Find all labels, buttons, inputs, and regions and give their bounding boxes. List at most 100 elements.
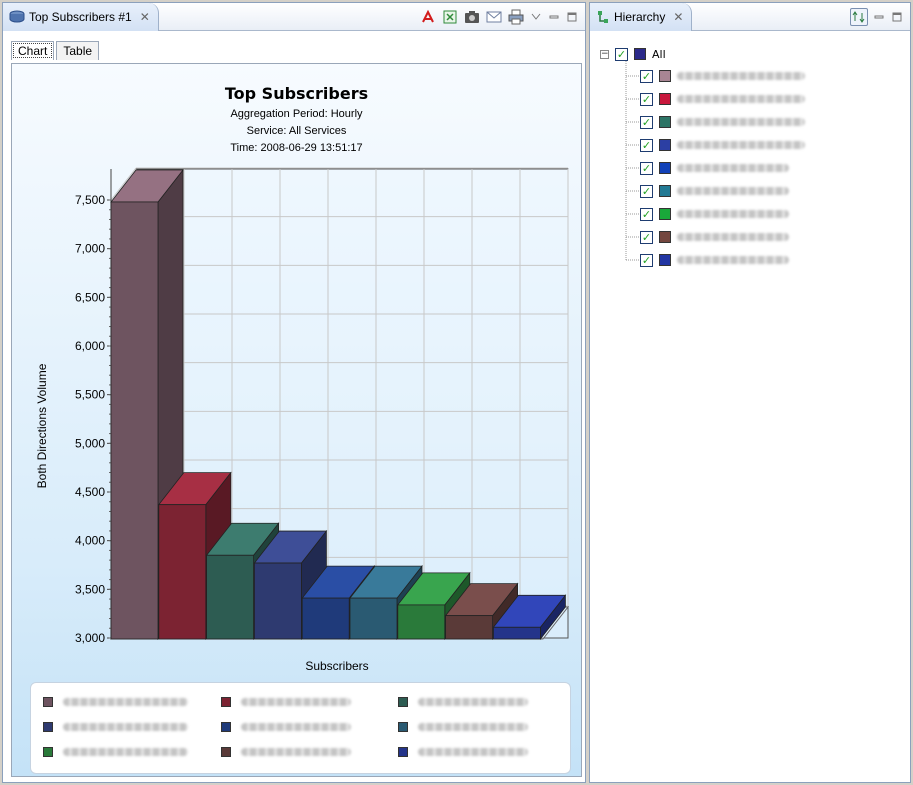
- y-tick-label: 5,500: [75, 388, 105, 402]
- checkbox-checked-icon[interactable]: ✓: [640, 161, 653, 175]
- view-toolbar: [419, 8, 579, 26]
- color-swatch: [659, 185, 671, 197]
- tab-title: Hierarchy: [614, 10, 666, 24]
- legend-label-redacted: [418, 748, 528, 756]
- legend-swatch: [221, 747, 231, 757]
- checkbox-checked-icon[interactable]: ✓: [615, 47, 628, 61]
- legend-item: [43, 722, 188, 732]
- legend-item: [221, 697, 351, 707]
- checkbox-checked-icon[interactable]: ✓: [640, 115, 653, 129]
- checkbox-checked-icon[interactable]: ✓: [640, 92, 653, 106]
- close-icon[interactable]: ✕: [673, 10, 683, 24]
- tree-item-label-redacted: [677, 187, 789, 195]
- legend-item: [221, 747, 351, 757]
- color-swatch: [634, 48, 646, 60]
- top-subscribers-view: Top Subscribers #1 ✕ Chart Table Top Sub…: [2, 2, 586, 783]
- legend-swatch: [43, 722, 53, 732]
- bar: [492, 626, 541, 640]
- legend-label-redacted: [241, 698, 351, 706]
- bar-chart: 3,000 3,500 4,000 4,500 5,000 5,500 6,000 6,500…: [35, 167, 570, 673]
- legend-swatch: [43, 697, 53, 707]
- color-swatch: [659, 231, 671, 243]
- close-icon[interactable]: ✕: [140, 10, 150, 24]
- tree-item[interactable]: ✓: [640, 228, 789, 246]
- sort-icon[interactable]: [850, 8, 868, 26]
- color-swatch: [659, 70, 671, 82]
- legend-item: [43, 747, 188, 757]
- y-tick-label: 3,000: [75, 631, 105, 645]
- color-swatch: [659, 139, 671, 151]
- maximize-icon[interactable]: [565, 10, 579, 24]
- maximize-icon[interactable]: [890, 10, 904, 24]
- checkbox-checked-icon[interactable]: ✓: [640, 253, 653, 267]
- hierarchy-view: Hierarchy ✕ − ✓ All ✓ ✓ ✓ ✓ ✓ ✓ ✓ ✓ ✓: [589, 2, 911, 783]
- view-tabbar: Top Subscribers #1 ✕: [3, 3, 585, 31]
- checkbox-checked-icon[interactable]: ✓: [640, 69, 653, 83]
- legend-swatch: [398, 697, 408, 707]
- checkbox-checked-icon[interactable]: ✓: [640, 230, 653, 244]
- checkbox-checked-icon[interactable]: ✓: [640, 184, 653, 198]
- legend-label-redacted: [418, 698, 528, 706]
- tree-item[interactable]: ✓: [640, 205, 789, 223]
- minimize-icon[interactable]: [872, 10, 886, 24]
- y-tick-label: 6,000: [75, 339, 105, 353]
- x-axis-label: Subscribers: [305, 659, 368, 673]
- color-swatch: [659, 254, 671, 266]
- legend-label-redacted: [63, 723, 188, 731]
- pdf-export-icon[interactable]: [419, 8, 437, 26]
- legend-swatch: [398, 722, 408, 732]
- view-tabbar: Hierarchy ✕: [590, 3, 910, 31]
- bar: [110, 201, 159, 640]
- email-icon[interactable]: [485, 8, 503, 26]
- tree-item[interactable]: ✓: [640, 251, 789, 269]
- legend-swatch: [221, 697, 231, 707]
- bar: [206, 554, 255, 640]
- legend-swatch: [43, 747, 53, 757]
- tree-item[interactable]: ✓: [640, 90, 805, 108]
- legend-label-redacted: [241, 723, 351, 731]
- tree-item[interactable]: ✓: [640, 136, 805, 154]
- chart-table-tabs: Chart Table: [11, 41, 100, 60]
- checkbox-checked-icon[interactable]: ✓: [640, 138, 653, 152]
- tree-item[interactable]: ✓: [640, 67, 805, 85]
- tab-hierarchy[interactable]: Hierarchy ✕: [590, 3, 693, 31]
- legend-item: [398, 722, 528, 732]
- tree-item-label-redacted: [677, 233, 789, 241]
- color-swatch: [659, 208, 671, 220]
- legend-label-redacted: [63, 698, 188, 706]
- collapse-icon[interactable]: −: [600, 49, 609, 59]
- legend-label-redacted: [418, 723, 528, 731]
- tree-item[interactable]: ✓: [640, 159, 789, 177]
- tab-table[interactable]: Table: [56, 41, 100, 60]
- legend-item: [398, 697, 528, 707]
- legend-item: [398, 747, 528, 757]
- view-toolbar: [850, 8, 904, 26]
- legend-item: [43, 697, 188, 707]
- print-icon[interactable]: [507, 8, 525, 26]
- camera-icon[interactable]: [463, 8, 481, 26]
- minimize-icon[interactable]: [547, 10, 561, 24]
- checkbox-checked-icon[interactable]: ✓: [640, 207, 653, 221]
- y-tick-label: 4,000: [75, 534, 105, 548]
- tree-item[interactable]: ✓: [640, 182, 789, 200]
- tab-chart[interactable]: Chart: [11, 41, 55, 60]
- legend-swatch: [221, 722, 231, 732]
- y-tick-label: 6,500: [75, 290, 105, 304]
- hierarchy-icon: [598, 11, 608, 23]
- tab-top-subscribers[interactable]: Top Subscribers #1 ✕: [3, 3, 159, 31]
- tree-item-label-redacted: [677, 164, 789, 172]
- chart-area: Top Subscribers Aggregation Period: Hour…: [11, 63, 582, 777]
- legend-label-redacted: [241, 748, 351, 756]
- tree-root-label: All: [652, 47, 666, 61]
- color-swatch: [659, 162, 671, 174]
- bar: [301, 597, 350, 640]
- tree-item-label-redacted: [677, 118, 805, 126]
- tree-item[interactable]: ✓: [640, 113, 805, 131]
- excel-export-icon[interactable]: [441, 8, 459, 26]
- tree-item-label-redacted: [677, 95, 805, 103]
- view-menu-icon[interactable]: [529, 10, 543, 24]
- tree-root-row[interactable]: − ✓ All: [600, 45, 666, 63]
- database-icon: [9, 10, 25, 23]
- legend-item: [221, 722, 351, 732]
- color-swatch: [659, 93, 671, 105]
